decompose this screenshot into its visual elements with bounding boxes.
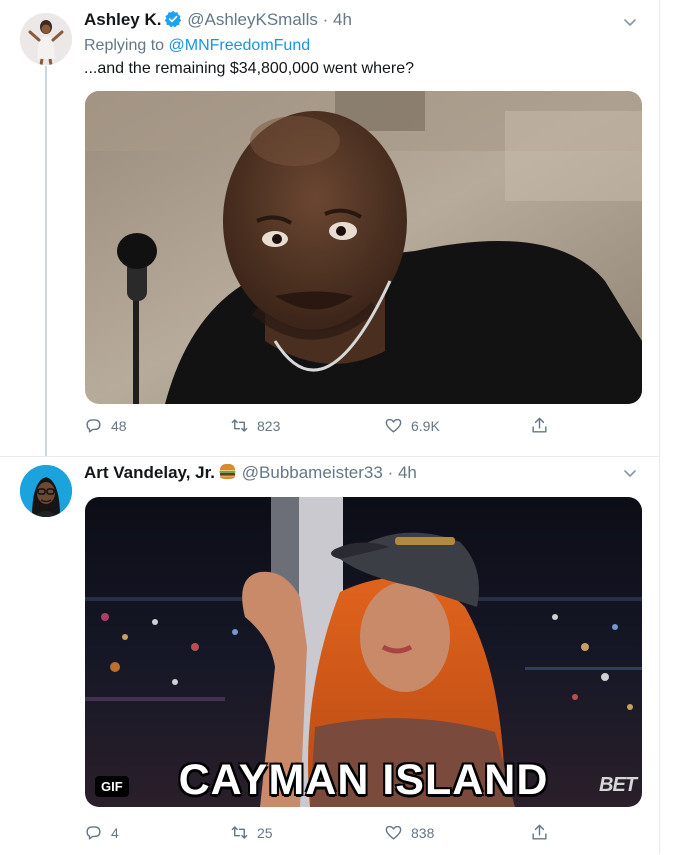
verified-badge-icon [164,10,182,33]
like-count: 6.9K [411,417,440,434]
avatar[interactable] [20,465,72,517]
heart-icon [385,418,402,433]
separator-dot: · [322,10,329,29]
retweet-count: 25 [257,824,273,841]
user-handle[interactable]: @Bubbameister33 [242,463,383,482]
chevron-down-icon[interactable] [622,465,638,481]
share-button[interactable] [530,823,549,842]
avatar[interactable] [20,13,72,65]
retweet-button[interactable]: 25 [230,823,273,842]
chevron-down-icon[interactable] [622,14,638,30]
like-count: 838 [411,824,435,841]
like-button[interactable]: 838 [384,823,434,842]
like-button[interactable]: 6.9K [384,416,440,435]
reply-mention-link[interactable]: @MNFreedomFund [169,37,311,54]
retweet-button[interactable]: 823 [230,416,280,435]
timestamp[interactable]: 4h [333,10,352,29]
replying-to-label: Replying to [84,37,165,54]
share-icon [532,824,547,840]
tweet-ashley[interactable]: Ashley K. @AshleyKSmalls · 4h Replying t… [0,0,660,456]
reply-context: Replying to @MNFreedomFund [84,37,310,55]
bet-watermark-logo: BET [599,774,637,796]
reply-count: 48 [111,417,127,434]
reply-icon [86,826,101,840]
tweet-header: Art Vandelay, Jr. @Bubbameister33 · 4h [84,462,417,486]
retweet-count: 823 [257,417,281,434]
reply-button[interactable]: 4 [84,823,119,842]
timestamp[interactable]: 4h [398,463,417,482]
heart-icon [385,825,402,840]
separator-dot: · [387,463,394,482]
retweet-icon [231,419,248,432]
tweet-text: ...and the remaining $34,800,000 went wh… [84,60,415,77]
share-icon [532,417,547,433]
burger-icon [218,462,237,486]
user-handle[interactable]: @AshleyKSmalls [187,10,318,29]
tweet-actions: 48 823 6.9K [84,416,564,438]
share-button[interactable] [530,416,549,435]
reply-button[interactable]: 48 [84,416,127,435]
gif-caption: CAYMAN ISLAND [178,756,549,804]
tweet-header: Ashley K. @AshleyKSmalls · 4h [84,10,352,33]
reply-icon [86,419,101,433]
display-name[interactable]: Art Vandelay, Jr. [84,463,215,482]
retweet-icon [231,826,248,839]
reply-count: 4 [111,824,119,841]
display-name[interactable]: Ashley K. [84,10,161,29]
tweet-art-vandelay[interactable]: Art Vandelay, Jr. @Bubbameister33 · 4h G… [0,456,660,855]
tweet-gif[interactable]: GIF CAYMAN ISLAND BET [85,497,642,807]
tweet-image[interactable] [85,91,642,404]
tweet-actions: 4 25 838 [84,823,564,845]
